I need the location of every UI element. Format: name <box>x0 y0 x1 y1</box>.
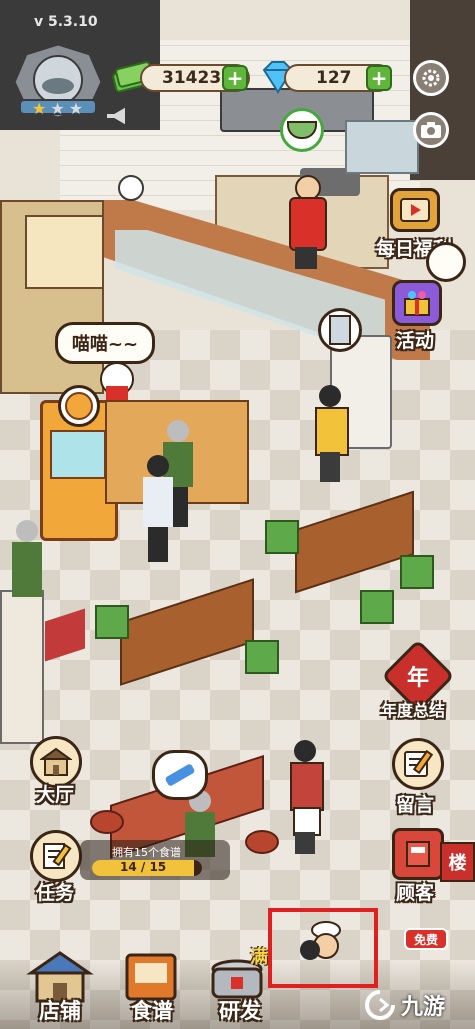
watermark-logo: 九游 <box>365 985 471 1025</box>
settings-button[interactable] <box>413 60 449 96</box>
restaurant-badge[interactable]: ★ ★ ★ <box>12 42 104 120</box>
research-full-badge: 满 <box>250 947 268 968</box>
cat-speech-text: 喵喵~~ <box>71 334 139 355</box>
wall-clock <box>118 175 144 201</box>
menu-board <box>25 215 104 289</box>
video-reward-icon <box>400 198 430 222</box>
add-gems-button[interactable]: + <box>366 65 392 91</box>
chair <box>265 520 299 554</box>
task-button[interactable] <box>30 830 82 882</box>
star-icon: ★ <box>32 99 47 118</box>
customer-book-icon <box>406 841 430 867</box>
nav-shop-label: 店铺 <box>39 999 81 1023</box>
medal-icon <box>65 392 93 420</box>
gift-box-icon <box>404 291 430 316</box>
nav-recipes[interactable]: 食谱 <box>112 949 192 1029</box>
year-summary-label[interactable]: 年度总结 <box>381 697 445 721</box>
chair <box>360 590 394 624</box>
recipe-progress-count: 14 / 15 <box>120 860 167 874</box>
star-rating: ★ ★ ★ <box>32 99 83 118</box>
bell-bubble[interactable] <box>426 242 466 282</box>
version-label: v 5.3.10 <box>34 14 98 30</box>
task-label[interactable]: 任务 <box>36 878 74 905</box>
chair <box>400 555 434 589</box>
nav-chef[interactable] <box>268 908 378 988</box>
gear-icon <box>422 69 440 87</box>
fridge-icon <box>329 315 351 345</box>
watermark-text: 九游 <box>401 995 446 1020</box>
camera-icon <box>421 122 441 138</box>
building-sign: 楼 <box>440 842 475 882</box>
hall-label[interactable]: 大厅 <box>36 780 74 807</box>
coin-amount: 31423 <box>162 68 222 88</box>
customer-character <box>10 520 44 600</box>
chair <box>245 640 279 674</box>
message-button[interactable] <box>392 738 444 790</box>
message-pen-icon <box>404 749 434 777</box>
building-sign-text: 楼 <box>448 853 467 874</box>
cat-speech-bubble: 喵喵~~ <box>55 322 155 364</box>
free-tag[interactable]: 免费 <box>404 928 448 950</box>
megaphone-icon[interactable] <box>104 104 132 128</box>
customer-button[interactable] <box>392 828 444 880</box>
air-conditioner <box>0 590 44 744</box>
message-label[interactable]: 留言 <box>396 790 434 817</box>
claw-machine-window <box>50 430 106 479</box>
cleaning-bubble[interactable] <box>152 750 208 800</box>
star-icon: ★ <box>68 99 84 118</box>
waiter-character <box>285 740 325 855</box>
camera-button[interactable] <box>413 112 449 148</box>
nav-shop[interactable]: 店铺 <box>20 949 100 1029</box>
nav-research-label: 研发 <box>219 999 261 1023</box>
fridge-bubble[interactable] <box>318 308 362 352</box>
dish-order-bubble[interactable] <box>280 108 324 152</box>
recipe-progress-text: 拥有15个食谱 <box>112 846 181 859</box>
gem-amount: 127 <box>316 68 352 88</box>
sink <box>345 120 419 174</box>
chef-icon <box>300 921 341 960</box>
trophy-bubble[interactable] <box>58 385 100 427</box>
hall-building-icon <box>40 747 72 776</box>
nine-game-logo-icon <box>365 990 395 1020</box>
stool <box>90 810 124 834</box>
stool <box>245 830 279 854</box>
broom-icon <box>164 763 196 787</box>
chef-character <box>285 175 327 270</box>
task-note-icon <box>43 843 72 869</box>
customer-character <box>140 455 176 565</box>
star-icon: ★ <box>50 99 65 118</box>
waitress-character <box>310 385 350 485</box>
year-badge-icon: 年 <box>406 665 430 691</box>
nav-recipes-label: 食谱 <box>131 999 173 1023</box>
bowl-icon <box>287 121 317 139</box>
events-button[interactable] <box>392 280 442 326</box>
add-coins-button[interactable]: + <box>222 65 248 91</box>
chair <box>95 605 129 639</box>
events-label[interactable]: 活动 <box>396 326 434 353</box>
cat-character <box>100 362 134 402</box>
daily-reward-button[interactable] <box>390 188 440 232</box>
customer-label[interactable]: 顾客 <box>396 878 434 905</box>
free-tag-text: 免费 <box>413 932 438 947</box>
